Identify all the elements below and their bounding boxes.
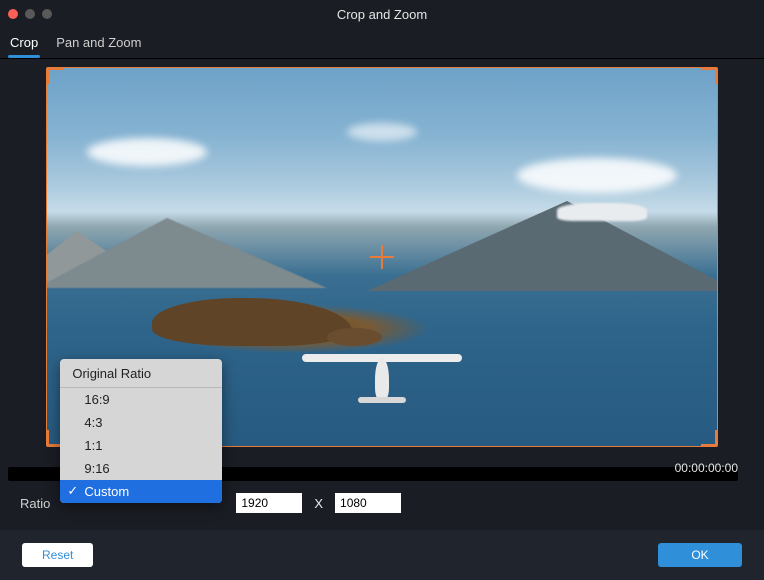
mountain-decoration: [367, 201, 718, 291]
ok-button[interactable]: OK: [658, 543, 742, 567]
close-window-icon[interactable]: [8, 9, 18, 19]
width-input[interactable]: [236, 493, 302, 513]
crop-handle-bottom-right[interactable]: [701, 430, 717, 446]
airplane-decoration: [302, 348, 462, 408]
ratio-option-16-9[interactable]: 16:9: [60, 388, 222, 411]
height-input[interactable]: [335, 493, 401, 513]
tab-crop[interactable]: Crop: [10, 35, 38, 56]
mountain-decoration: [557, 203, 647, 221]
crop-handle-top-left[interactable]: [47, 68, 63, 84]
footer: Reset OK: [0, 530, 764, 580]
tabs: Crop Pan and Zoom: [0, 28, 764, 56]
maximize-window-icon: [42, 9, 52, 19]
cloud-decoration: [347, 123, 417, 141]
island-decoration: [152, 298, 352, 346]
minimize-window-icon: [25, 9, 35, 19]
ratio-option-1-1[interactable]: 1:1: [60, 434, 222, 457]
cloud-decoration: [87, 138, 207, 166]
tab-pan-and-zoom[interactable]: Pan and Zoom: [56, 35, 141, 56]
ratio-option-4-3[interactable]: 4:3: [60, 411, 222, 434]
cloud-decoration: [517, 158, 677, 193]
ratio-dropdown-menu: Original Ratio 16:9 4:3 1:1 9:16 Custom: [60, 359, 222, 503]
ratio-menu-header: Original Ratio: [60, 359, 222, 387]
window-controls: [8, 9, 52, 19]
window-title: Crop and Zoom: [337, 7, 427, 22]
reset-button[interactable]: Reset: [22, 543, 93, 567]
dimension-separator: X: [312, 496, 325, 511]
mountain-decoration: [46, 218, 327, 288]
titlebar: Crop and Zoom: [0, 0, 764, 28]
crop-center-icon[interactable]: [370, 245, 394, 269]
ratio-option-9-16[interactable]: 9:16: [60, 457, 222, 480]
ratio-option-custom[interactable]: Custom: [60, 480, 222, 503]
ratio-label: Ratio: [20, 496, 50, 511]
timecode: 00:00:00:00: [675, 461, 738, 475]
island-decoration: [327, 328, 382, 346]
crop-handle-top-right[interactable]: [701, 68, 717, 84]
